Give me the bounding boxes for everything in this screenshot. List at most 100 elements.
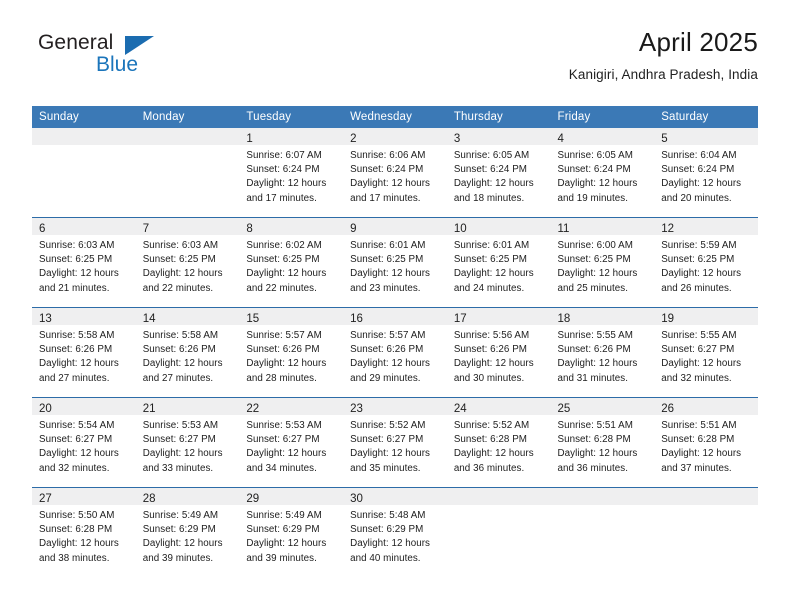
- calendar-day-cell[interactable]: 4 Sunrise: 6:05 AM Sunset: 6:24 PM Daylight…: [550, 128, 655, 218]
- calendar-day-cell[interactable]: 8 Sunrise: 6:02 AM Sunset: 6:25 PM Daylight…: [239, 217, 344, 308]
- day-number: 14: [142, 313, 156, 325]
- page-header: General Blue April 2025 Kanigiri, Andhra…: [32, 27, 758, 96]
- day-number: 13: [39, 313, 52, 325]
- daylight-duration-line2: and 23 minutes.: [350, 282, 421, 294]
- calendar-day-cell[interactable]: 20 Sunrise: 5:54 AM Sunset: 6:27 PM Dayligh…: [32, 397, 136, 488]
- calendar-day-cell[interactable]: 25 Sunrise: 5:51 AM Sunset: 6:28 PM Dayligh…: [550, 397, 655, 488]
- daylight-duration-line2: and 36 minutes.: [557, 462, 628, 474]
- calendar-day-cell[interactable]: 9 Sunrise: 6:01 AM Sunset: 6:25 PM Daylight…: [343, 217, 447, 308]
- calendar-day-cell[interactable]: 29 Sunrise: 5:49 AM Sunset: 6:29 PM Dayligh…: [239, 487, 344, 577]
- calendar-day-cell[interactable]: 27 Sunrise: 5:50 AM Sunset: 6:28 PM Dayligh…: [32, 487, 136, 577]
- daylight-duration-line1: Daylight: 12 hours: [350, 268, 430, 280]
- calendar-day-cell[interactable]: 12 Sunrise: 5:59 AM Sunset: 6:25 PM Dayligh…: [654, 217, 758, 308]
- calendar-day-cell[interactable]: 11 Sunrise: 6:00 AM Sunset: 6:25 PM Dayligh…: [550, 217, 655, 308]
- calendar-day-cell[interactable]: 17 Sunrise: 5:56 AM Sunset: 6:26 PM Dayligh…: [446, 307, 551, 398]
- day-details: Sunrise: 5:49 AM Sunset: 6:29 PM Daylight:…: [239, 505, 343, 566]
- daylight-duration-line2: and 20 minutes.: [661, 192, 732, 204]
- day-number-band: 4: [550, 128, 655, 145]
- day-cell-inner: 5 Sunrise: 6:04 AM Sunset: 6:24 PM Daylight…: [654, 128, 758, 217]
- calendar-day-cell[interactable]: 24 Sunrise: 5:52 AM Sunset: 6:28 PM Dayligh…: [446, 397, 551, 488]
- day-number-band: 13: [32, 308, 136, 325]
- daylight-duration-line1: Daylight: 12 hours: [142, 358, 223, 370]
- day-number: 20: [39, 403, 52, 415]
- daylight-duration-line1: Daylight: 12 hours: [557, 358, 638, 370]
- daylight-duration-line2: and 39 minutes.: [246, 552, 317, 564]
- day-number-band: 26: [654, 398, 758, 415]
- sunset-time: Sunset: 6:24 PM: [557, 164, 631, 176]
- day-details: Sunrise: 5:51 AM Sunset: 6:28 PM Daylight:…: [551, 415, 655, 476]
- calendar-day-cell[interactable]: 1 Sunrise: 6:07 AM Sunset: 6:24 PM Daylight…: [239, 128, 344, 218]
- calendar-day-cell[interactable]: 2 Sunrise: 6:06 AM Sunset: 6:24 PM Daylight…: [343, 128, 447, 218]
- calendar-day-cell[interactable]: 26 Sunrise: 5:51 AM Sunset: 6:28 PM Dayligh…: [654, 397, 758, 488]
- sunset-time: Sunset: 6:27 PM: [142, 434, 216, 446]
- calendar-day-cell[interactable]: 30 Sunrise: 5:48 AM Sunset: 6:29 PM Dayligh…: [343, 487, 447, 577]
- calendar-day-cell[interactable]: 16 Sunrise: 5:57 AM Sunset: 6:26 PM Dayligh…: [343, 307, 447, 398]
- day-details: Sunrise: 5:51 AM Sunset: 6:28 PM Daylight:…: [654, 415, 758, 476]
- day-details: Sunrise: 5:57 AM Sunset: 6:26 PM Daylight:…: [343, 325, 447, 386]
- daylight-duration-line1: Daylight: 12 hours: [350, 178, 430, 190]
- daylight-duration-line2: and 21 minutes.: [39, 282, 110, 294]
- calendar-week-row: 1 Sunrise: 6:07 AM Sunset: 6:24 PM Daylight…: [32, 128, 758, 218]
- calendar-day-cell[interactable]: 23 Sunrise: 5:52 AM Sunset: 6:27 PM Dayligh…: [343, 397, 447, 488]
- day-number: 1: [246, 133, 253, 145]
- calendar-day-cell[interactable]: 3 Sunrise: 6:05 AM Sunset: 6:24 PM Daylight…: [446, 128, 551, 218]
- day-number-band: 7: [135, 218, 240, 235]
- daylight-duration-line2: and 38 minutes.: [39, 552, 110, 564]
- sunset-time: Sunset: 6:24 PM: [350, 164, 424, 176]
- day-number: 27: [39, 493, 52, 505]
- daylight-duration-line2: and 32 minutes.: [661, 372, 732, 384]
- calendar-day-cell[interactable]: 7 Sunrise: 6:03 AM Sunset: 6:25 PM Daylight…: [135, 217, 240, 308]
- calendar-day-cell[interactable]: 6 Sunrise: 6:03 AM Sunset: 6:25 PM Daylight…: [32, 217, 136, 308]
- sunset-time: Sunset: 6:27 PM: [661, 344, 735, 356]
- day-cell-inner: 27 Sunrise: 5:50 AM Sunset: 6:28 PM Dayligh…: [32, 488, 136, 577]
- calendar-day-cell[interactable]: 21 Sunrise: 5:53 AM Sunset: 6:27 PM Dayligh…: [135, 397, 240, 488]
- day-number: 5: [661, 133, 668, 145]
- day-cell-inner: 28 Sunrise: 5:49 AM Sunset: 6:29 PM Dayligh…: [135, 488, 240, 577]
- daylight-duration-line2: and 40 minutes.: [350, 552, 421, 564]
- sunset-time: Sunset: 6:24 PM: [661, 164, 735, 176]
- daylight-duration-line1: Daylight: 12 hours: [557, 268, 638, 280]
- day-number: 11: [557, 223, 570, 235]
- day-cell-inner: 6 Sunrise: 6:03 AM Sunset: 6:25 PM Daylight…: [32, 218, 136, 307]
- sunset-time: Sunset: 6:25 PM: [39, 254, 113, 266]
- calendar-day-cell[interactable]: 18 Sunrise: 5:55 AM Sunset: 6:26 PM Dayligh…: [550, 307, 655, 398]
- daylight-duration-line2: and 19 minutes.: [557, 192, 628, 204]
- day-number-band: 28: [135, 488, 240, 505]
- day-number: 15: [246, 313, 260, 325]
- day-number: 22: [246, 403, 260, 415]
- weekday-header-row: Sunday Monday Tuesday Wednesday Thursday Frid…: [32, 106, 758, 128]
- day-cell-inner: 15 Sunrise: 5:57 AM Sunset: 6:26 PM Dayligh…: [239, 308, 344, 397]
- calendar-week-row: 20 Sunrise: 5:54 AM Sunset: 6:27 PM Dayligh…: [32, 397, 758, 488]
- sunrise-time: Sunrise: 5:48 AM: [350, 510, 426, 521]
- page-subtitle: Kanigiri, Andhra Pradesh, India: [568, 66, 758, 82]
- calendar-day-cell[interactable]: 28 Sunrise: 5:49 AM Sunset: 6:29 PM Dayligh…: [135, 487, 240, 577]
- daylight-duration-line2: and 22 minutes.: [246, 282, 317, 294]
- calendar-day-cell[interactable]: 22 Sunrise: 5:53 AM Sunset: 6:27 PM Dayligh…: [239, 397, 344, 488]
- day-cell-inner: 2 Sunrise: 6:06 AM Sunset: 6:24 PM Daylight…: [343, 128, 447, 217]
- calendar-day-cell[interactable]: 13 Sunrise: 5:58 AM Sunset: 6:26 PM Dayligh…: [32, 307, 136, 398]
- calendar-day-cell[interactable]: 14 Sunrise: 5:58 AM Sunset: 6:26 PM Dayligh…: [135, 307, 240, 398]
- calendar-day-cell-empty: [654, 487, 758, 577]
- daylight-duration-line2: and 36 minutes.: [453, 462, 525, 474]
- calendar-day-cell[interactable]: 19 Sunrise: 5:55 AM Sunset: 6:27 PM Dayligh…: [654, 307, 758, 398]
- daylight-duration-line1: Daylight: 12 hours: [246, 448, 327, 460]
- daylight-duration-line2: and 39 minutes.: [142, 552, 214, 564]
- sunrise-time: Sunrise: 6:00 AM: [557, 240, 633, 251]
- day-number: 8: [246, 223, 253, 235]
- calendar-week-row: 13 Sunrise: 5:58 AM Sunset: 6:26 PM Dayligh…: [32, 307, 758, 398]
- calendar-day-cell[interactable]: 5 Sunrise: 6:04 AM Sunset: 6:24 PM Daylight…: [654, 128, 758, 218]
- day-cell-inner: 22 Sunrise: 5:53 AM Sunset: 6:27 PM Dayligh…: [239, 398, 344, 487]
- general-blue-logo[interactable]: General Blue: [38, 32, 188, 88]
- day-number-band: 17: [446, 308, 551, 325]
- daylight-duration-line2: and 27 minutes.: [142, 372, 214, 384]
- daylight-duration-line2: and 24 minutes.: [453, 282, 525, 294]
- sunrise-time: Sunrise: 5:57 AM: [350, 330, 426, 341]
- daylight-duration-line1: Daylight: 12 hours: [453, 358, 534, 370]
- calendar-day-cell[interactable]: 10 Sunrise: 6:01 AM Sunset: 6:25 PM Dayligh…: [446, 217, 551, 308]
- daylight-duration-line2: and 26 minutes.: [661, 282, 732, 294]
- day-number-band: [446, 488, 551, 505]
- day-details: Sunrise: 6:05 AM Sunset: 6:24 PM Daylight:…: [551, 145, 655, 206]
- daylight-duration-line1: Daylight: 12 hours: [142, 538, 223, 550]
- daylight-duration-line1: Daylight: 12 hours: [246, 538, 327, 550]
- calendar-day-cell[interactable]: 15 Sunrise: 5:57 AM Sunset: 6:26 PM Dayligh…: [239, 307, 344, 398]
